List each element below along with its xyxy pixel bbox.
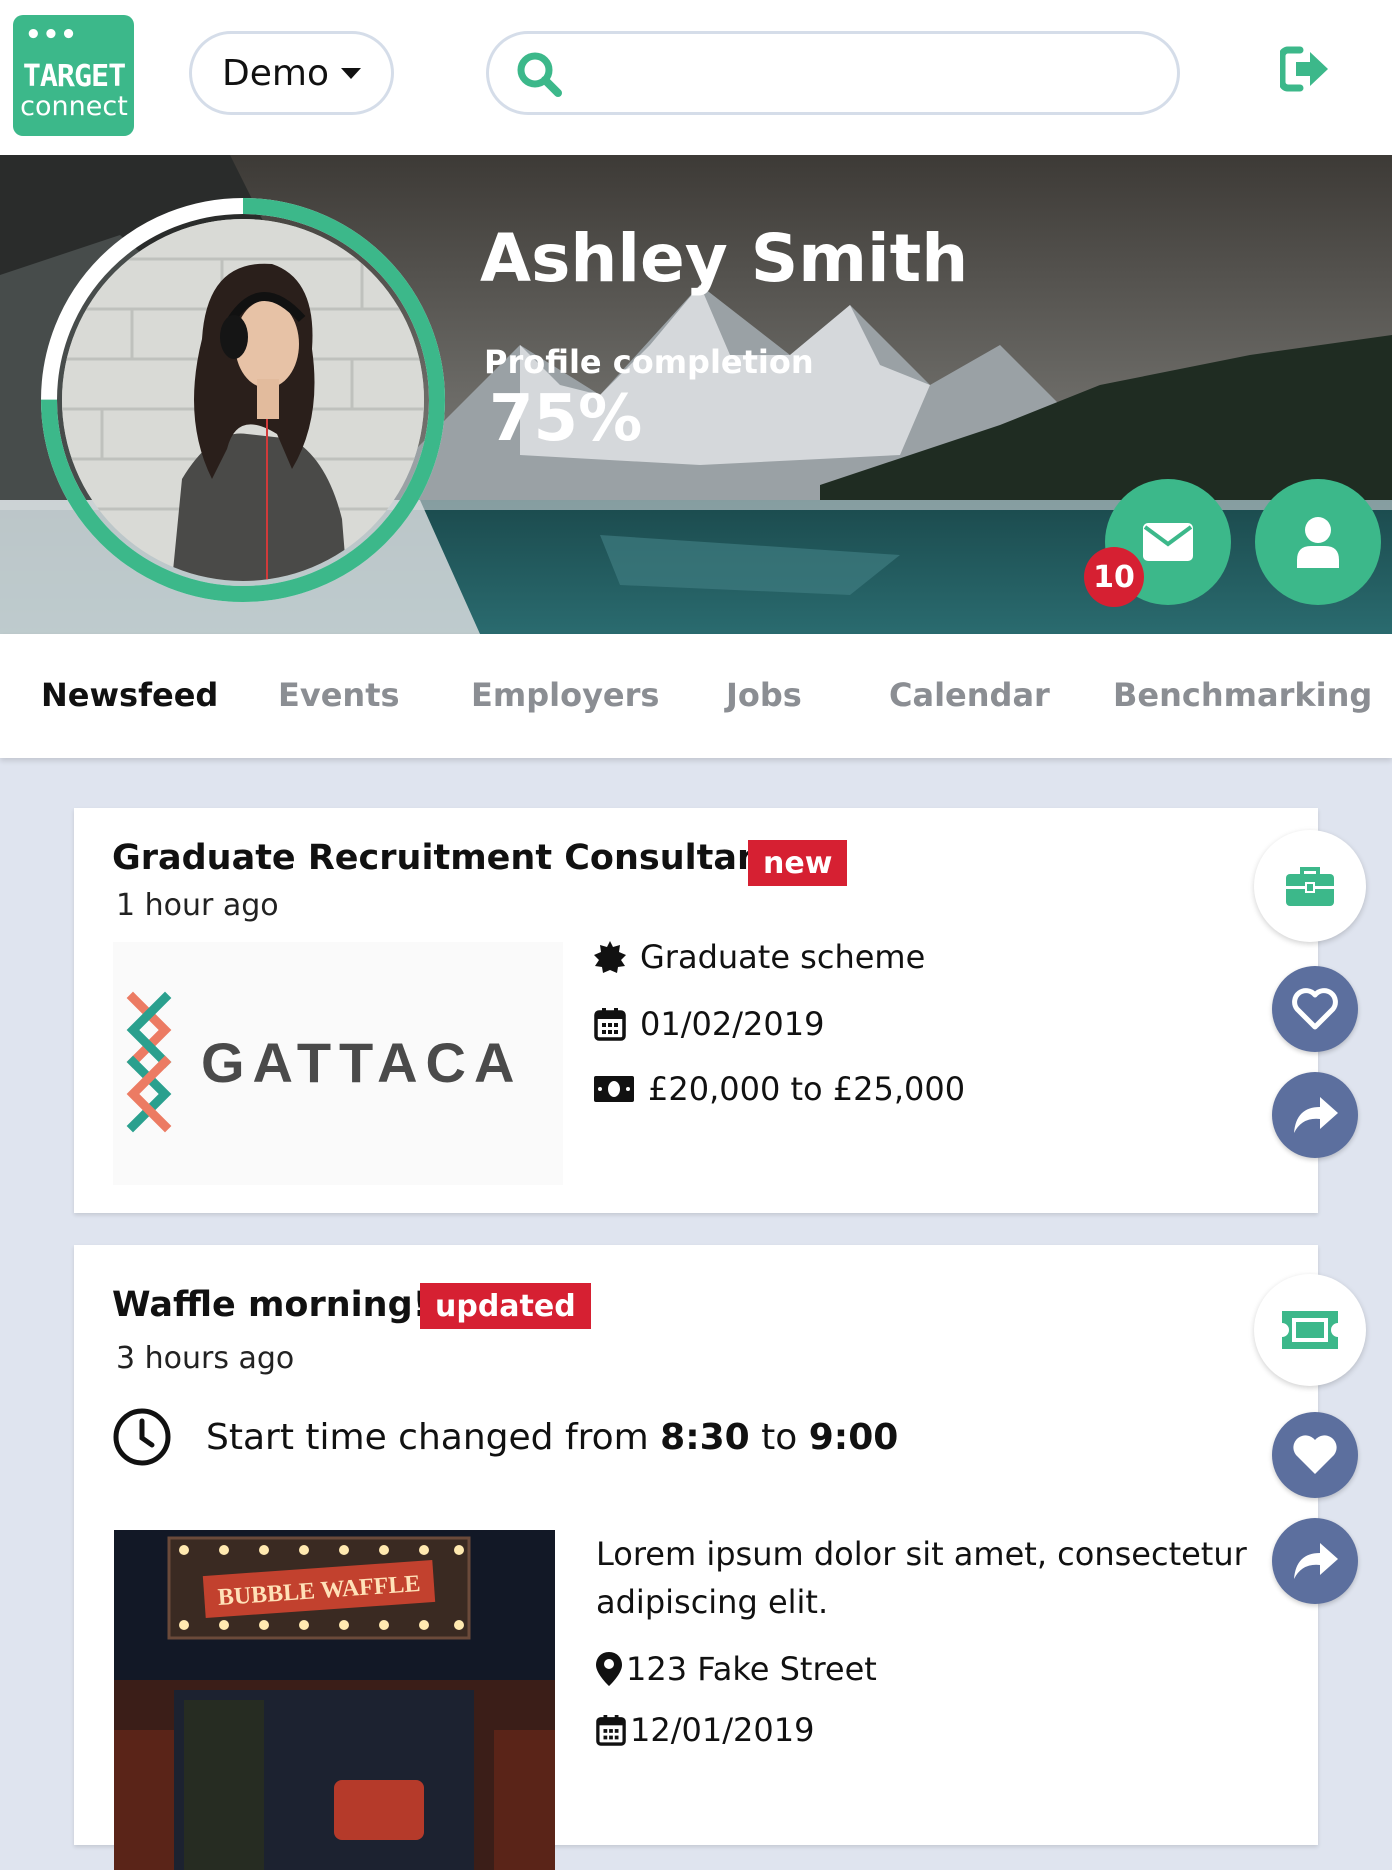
- event-type-button[interactable]: [1254, 1274, 1366, 1386]
- job-type-button[interactable]: [1254, 830, 1366, 942]
- detail-text: 12/01/2019: [630, 1711, 815, 1749]
- badge-icon: [594, 941, 626, 973]
- logo-line-1: TARGET: [22, 59, 126, 94]
- tab-jobs[interactable]: Jobs: [726, 676, 802, 714]
- envelope-icon: [1143, 523, 1193, 561]
- detail-date: 01/02/2019: [594, 1005, 824, 1043]
- user-icon: [1297, 517, 1339, 568]
- demo-dropdown[interactable]: Demo: [189, 31, 394, 115]
- feed-item-title[interactable]: Graduate Recruitment Consultant: [112, 838, 779, 878]
- briefcase-icon: [1286, 867, 1334, 906]
- calendar-icon: [596, 1715, 626, 1746]
- profile-hero: Ashley Smith Profile completion 75% 10: [0, 155, 1392, 634]
- updated-tag: updated: [420, 1283, 591, 1329]
- detail-date: 12/01/2019: [596, 1711, 814, 1749]
- detail-text: £20,000 to £25,000: [648, 1070, 966, 1108]
- tab-newsfeed[interactable]: Newsfeed: [41, 676, 218, 714]
- tab-events[interactable]: Events: [278, 676, 400, 714]
- event-photo: BUBBLE WAFFLE: [114, 1530, 555, 1870]
- detail-text: 123 Fake Street: [626, 1650, 877, 1688]
- caret-down-icon: [340, 67, 361, 79]
- money-icon: [594, 1076, 634, 1102]
- heart-filled-icon: [1293, 1435, 1337, 1474]
- feed-item-job[interactable]: Graduate Recruitment Consultant new 1 ho…: [74, 808, 1318, 1213]
- tab-employers[interactable]: Employers: [471, 676, 659, 714]
- change-prefix: Start time changed from: [206, 1416, 661, 1458]
- logo-dots: •••: [25, 20, 78, 50]
- share-button[interactable]: [1272, 1518, 1358, 1604]
- share-arrow-icon: [1294, 1097, 1338, 1133]
- calendar-icon: [594, 1008, 626, 1041]
- detail-text: Graduate scheme: [640, 938, 926, 976]
- top-header: ••• TARGET connect Demo: [0, 0, 1392, 155]
- map-pin-icon: [596, 1652, 622, 1686]
- event-change-notice: Start time changed from 8:30 to 9:00: [112, 1407, 898, 1467]
- tab-benchmarking[interactable]: Benchmarking: [1113, 676, 1372, 714]
- change-mid: to: [749, 1416, 809, 1458]
- profile-name: Ashley Smith: [480, 220, 969, 297]
- heart-outline-icon: [1292, 988, 1338, 1030]
- change-to-time: 9:00: [808, 1416, 899, 1458]
- target-connect-logo[interactable]: ••• TARGET connect: [13, 15, 134, 136]
- logout-icon[interactable]: [1278, 46, 1332, 96]
- profile-completion-ring: [40, 197, 446, 603]
- logo-line-2: connect: [20, 91, 128, 122]
- share-button[interactable]: [1272, 1072, 1358, 1158]
- feed-item-title[interactable]: Waffle morning!: [112, 1285, 429, 1325]
- new-tag: new: [748, 840, 848, 886]
- save-favourite-button[interactable]: [1272, 966, 1358, 1052]
- demo-dropdown-value: Demo: [222, 52, 329, 94]
- profile-completion-value: 75%: [489, 382, 643, 456]
- profile-completion-label: Profile completion: [484, 343, 814, 381]
- saved-favourite-button[interactable]: [1272, 1412, 1358, 1498]
- company-logo-text: GATTACA: [201, 1031, 522, 1094]
- feed-item-event[interactable]: Waffle morning! updated 3 hours ago Star…: [74, 1245, 1318, 1870]
- unread-messages-badge: 10: [1084, 547, 1144, 607]
- clock-icon: [113, 1408, 171, 1466]
- tab-calendar[interactable]: Calendar: [889, 676, 1050, 714]
- ticket-icon: [1282, 1311, 1338, 1349]
- event-description: Lorem ipsum dolor sit amet, consectetur …: [596, 1535, 1247, 1621]
- avatar[interactable]: [62, 219, 424, 581]
- detail-salary: £20,000 to £25,000: [594, 1070, 965, 1108]
- detail-location: 123 Fake Street: [596, 1650, 877, 1688]
- company-logo: GATTACA: [113, 942, 563, 1185]
- search-icon: [517, 52, 562, 97]
- main-tabs: Newsfeed Events Employers Jobs Calendar …: [0, 634, 1392, 758]
- detail-text: 01/02/2019: [640, 1005, 825, 1043]
- feed-item-time: 1 hour ago: [116, 888, 279, 923]
- search-input[interactable]: [486, 31, 1180, 115]
- share-arrow-icon: [1294, 1543, 1338, 1579]
- profile-button[interactable]: [1255, 479, 1381, 605]
- change-from-time: 8:30: [660, 1416, 750, 1458]
- detail-job-type: Graduate scheme: [594, 938, 925, 976]
- feed-item-time: 3 hours ago: [116, 1341, 295, 1376]
